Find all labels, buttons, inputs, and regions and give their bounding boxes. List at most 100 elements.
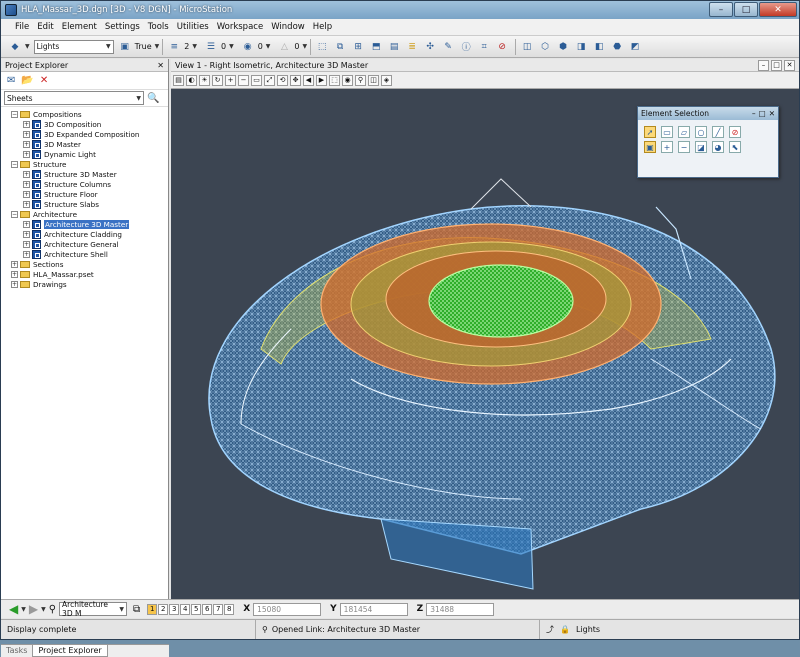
pan-view-icon[interactable]: ✥ [290, 74, 301, 86]
chevron-down-icon[interactable]: ▼ [41, 606, 46, 613]
maximize-icon[interactable]: □ [759, 109, 766, 118]
view-front-icon[interactable]: ⬡ [537, 39, 553, 55]
layers-tool-icon[interactable]: ≣ [404, 39, 420, 55]
models-dialog-icon[interactable]: ⧉ [133, 604, 140, 615]
minimize-view-button[interactable]: – [758, 59, 769, 71]
transparency-value[interactable]: 0 [294, 42, 299, 51]
minimize-button[interactable]: – [709, 2, 733, 17]
chevron-down-icon[interactable]: ▼ [192, 43, 197, 50]
close-icon[interactable]: ✕ [157, 61, 164, 70]
select-all-icon[interactable]: ◕ [712, 141, 724, 153]
maximize-view-button[interactable]: □ [771, 59, 782, 71]
expand-icon[interactable]: + [23, 140, 30, 148]
tree-item[interactable]: + Dynamic Light [1, 149, 168, 159]
add-selection-icon[interactable]: + [661, 141, 673, 153]
camera-icon[interactable]: ◉ [342, 74, 353, 86]
active-level-status[interactable]: Lights [576, 625, 600, 634]
chevron-down-icon[interactable]: ▼ [25, 43, 30, 50]
fit-view-icon[interactable]: ⤢ [264, 74, 275, 86]
line-weight-icon[interactable]: ≡ [166, 39, 182, 55]
open-folder-icon[interactable]: 📂 [21, 75, 33, 86]
delete-icon[interactable]: ✕ [40, 75, 48, 86]
close-icon[interactable]: ✕ [769, 109, 775, 118]
menu-tools[interactable]: Tools [148, 22, 169, 32]
color-icon[interactable]: ◉ [240, 39, 256, 55]
expand-icon[interactable]: + [23, 190, 30, 198]
tree-item[interactable]: + Architecture General [1, 239, 168, 249]
snap-tool-icon[interactable]: ✣ [422, 39, 438, 55]
tree-item[interactable]: +3D Master [1, 139, 168, 149]
element-selection-titlebar[interactable]: Element Selection – □ ✕ [638, 107, 778, 120]
zoom-out-icon[interactable]: − [238, 74, 249, 86]
close-button[interactable]: ✕ [759, 2, 797, 17]
expand-icon[interactable]: + [23, 230, 30, 238]
search-icon[interactable]: 🔍 [147, 93, 159, 104]
select-shape-icon[interactable]: ▱ [678, 126, 690, 138]
color-value[interactable]: 0 [258, 42, 263, 51]
model-type-icon[interactable]: ⚲ [49, 604, 56, 615]
level-combo[interactable]: Lights ▼ [33, 39, 114, 54]
view-toggle-6[interactable]: 6 [202, 603, 213, 615]
close-view-button[interactable]: ✕ [784, 59, 795, 71]
lighting-icon[interactable]: ☀ [199, 74, 210, 86]
select-tool-icon[interactable]: ⬚ [314, 39, 330, 55]
view-previous-icon[interactable]: ◀ [303, 74, 314, 86]
view-toggle-5[interactable]: 5 [191, 603, 202, 615]
tree-item[interactable]: + Architecture Shell [1, 249, 168, 259]
invert-selection-icon[interactable]: ◪ [695, 141, 707, 153]
chevron-down-icon[interactable]: ▼ [303, 43, 308, 50]
view-back-icon[interactable]: ⬣ [609, 39, 625, 55]
tab-tasks[interactable]: Tasks [1, 645, 32, 657]
tab-project-explorer[interactable]: Project Explorer [32, 645, 108, 657]
expand-icon[interactable]: + [23, 180, 30, 188]
walk-icon[interactable]: ⚲ [355, 74, 366, 86]
chevron-down-icon[interactable]: ▼ [155, 43, 160, 50]
view-attributes-icon[interactable]: ▤ [173, 74, 184, 86]
view-right-icon[interactable]: ◨ [573, 39, 589, 55]
new-icon[interactable]: ✉ [7, 75, 15, 86]
menu-utilities[interactable]: Utilities [177, 22, 209, 32]
view-top-icon[interactable]: ◫ [519, 39, 535, 55]
view-toggle-7[interactable]: 7 [213, 603, 224, 615]
active-level-icon[interactable]: ◆ [7, 39, 23, 55]
select-rectangle-icon[interactable]: ▭ [661, 126, 673, 138]
tree-item[interactable]: + Structure 3D Master [1, 169, 168, 179]
menu-file[interactable]: File [15, 22, 29, 32]
copy-tool-icon[interactable]: ⧉ [332, 39, 348, 55]
tree-item[interactable]: − Structure [1, 159, 168, 169]
pointer-options-icon[interactable]: ⬉ [729, 141, 741, 153]
z-coordinate-field[interactable]: 31488 [426, 602, 495, 616]
line-style-icon[interactable]: ☰ [203, 39, 219, 55]
tree-item[interactable]: − Architecture [1, 209, 168, 219]
tree-item[interactable]: + Architecture 3D Master [1, 219, 168, 229]
expand-icon[interactable]: + [11, 280, 18, 288]
section-icon[interactable]: ◫ [368, 74, 379, 86]
menu-help[interactable]: Help [313, 22, 332, 32]
view-toggle-8[interactable]: 8 [224, 603, 235, 615]
select-arrow-icon[interactable]: ➚ [644, 126, 656, 138]
modify-tool-icon[interactable]: ⊞ [350, 39, 366, 55]
view-bottom-icon[interactable]: ◩ [627, 39, 643, 55]
tree-item[interactable]: + Drawings [1, 279, 168, 289]
weight-value[interactable]: 2 [184, 42, 189, 51]
info-icon[interactable]: ⓘ [458, 39, 474, 55]
select-circle-icon[interactable]: ○ [695, 126, 707, 138]
rotate-view-icon[interactable]: ⟲ [277, 74, 288, 86]
menu-settings[interactable]: Settings [105, 22, 140, 32]
delete-icon[interactable]: ⊘ [494, 39, 510, 55]
lock-icon[interactable]: 🔒 [560, 625, 570, 634]
zoom-in-icon[interactable]: + [225, 74, 236, 86]
expand-icon[interactable]: + [23, 120, 30, 128]
x-coordinate-field[interactable]: 15080 [253, 602, 322, 616]
display-style-icon[interactable]: ◐ [186, 74, 197, 86]
collapse-icon[interactable]: − [11, 210, 18, 218]
tree-item[interactable]: + Structure Floor [1, 189, 168, 199]
view-next-icon[interactable]: ▶ [316, 74, 327, 86]
chevron-down-icon[interactable]: ▼ [21, 606, 26, 613]
expand-icon[interactable]: + [23, 200, 30, 208]
expand-icon[interactable]: + [23, 240, 30, 248]
fence-tool-icon[interactable]: ⬒ [368, 39, 384, 55]
back-icon[interactable]: ◀ [9, 602, 18, 616]
menu-window[interactable]: Window [271, 22, 305, 32]
update-view-icon[interactable]: ↻ [212, 74, 223, 86]
